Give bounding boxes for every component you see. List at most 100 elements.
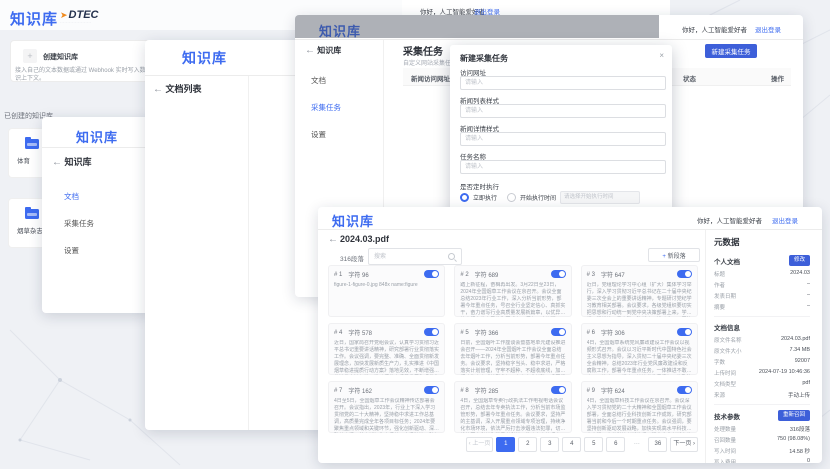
task-name-input[interactable]: [460, 160, 666, 174]
divider: [295, 39, 803, 40]
back-link-doc-list[interactable]: ← 文档列表: [153, 82, 202, 95]
document-title: 2024.03.pdf: [340, 234, 389, 244]
char-count: 字符 306: [601, 328, 625, 337]
prev-page-button[interactable]: ‹ 上一页: [466, 437, 494, 452]
sidebar-item-settings[interactable]: 设置: [311, 129, 326, 140]
radio-run-now-label: 立即执行: [473, 193, 497, 202]
paragraph-toggle[interactable]: [677, 270, 692, 278]
paragraph-toggle[interactable]: [677, 386, 692, 394]
start-time-picker[interactable]: 请选择开始执行时间: [560, 191, 640, 204]
app-logo: 知识库: [42, 127, 152, 146]
paragraph-card[interactable]: # 8字符 285 4日，全国烟草专卖行政执法工作电视电话会议召开，总结去年专卖…: [454, 381, 571, 433]
logout-link[interactable]: 退出登录: [755, 24, 781, 34]
paragraph-index: # 6: [587, 330, 595, 336]
paragraph-card[interactable]: # 3字符 647 近日，党组理论学习中心组（扩大）集体学习举行，深入学习贯彻习…: [581, 265, 698, 317]
folder-icon: [25, 139, 39, 149]
paragraph-index: # 8: [460, 388, 468, 394]
app-logo: 知识库: [182, 48, 227, 68]
sidebar-item-documents[interactable]: 文档: [64, 191, 79, 202]
new-paragraph-button[interactable]: + 新段落: [648, 248, 700, 262]
paragraph-toggle[interactable]: [677, 328, 692, 336]
paragraph-card[interactable]: # 9 字符 624 4日，全国烟草科技工作会议在京召开。会议深入学习贯彻党的二十…: [581, 381, 698, 433]
search-icon: [448, 253, 455, 260]
user-greeting: 你好，人工智能爱好者: [697, 215, 762, 225]
paragraph-grid: # 1字符 96 figure-1-figure-0.jpg 848x name…: [328, 265, 698, 433]
sidebar-item-tasks[interactable]: 采集任务: [311, 102, 341, 113]
char-count: 字符 624: [601, 386, 625, 395]
page-ellipsis[interactable]: ···: [628, 438, 645, 451]
metadata-section-tech: 技术参数 重新召回 处理数量316段落 召回数量750 (98.08%) 写入时…: [714, 404, 810, 463]
paragraph-toggle[interactable]: [551, 328, 566, 336]
paragraph-toggle[interactable]: [551, 386, 566, 394]
recall-button[interactable]: 重新召回: [778, 410, 810, 421]
section-title: 文档信息: [714, 322, 740, 332]
detail-style-input[interactable]: [460, 132, 666, 146]
paragraph-text: figure-1-figure-0.jpg 848x name:figure: [334, 282, 439, 289]
list-style-input[interactable]: [460, 104, 666, 118]
close-icon[interactable]: ×: [659, 51, 664, 60]
logout-link[interactable]: 退出登录: [772, 215, 798, 225]
page-title: 采集任务: [403, 43, 443, 58]
column-actions: 操作: [771, 73, 784, 83]
section-title: 个人文档: [714, 256, 740, 266]
url-input[interactable]: [460, 76, 666, 90]
new-task-button[interactable]: 新建采集任务: [705, 44, 757, 58]
page-button-1[interactable]: 1: [496, 437, 515, 452]
sidebar-item-settings[interactable]: 设置: [64, 245, 79, 256]
sidebar-item-tasks[interactable]: 采集任务: [64, 218, 94, 229]
create-kb-title: 创建知识库: [43, 52, 78, 62]
paragraph-index: # 2: [460, 272, 468, 278]
plus-icon: +: [662, 254, 666, 260]
page-button-36[interactable]: 36: [648, 437, 667, 452]
paragraph-index: # 5: [460, 330, 468, 336]
divider: [42, 147, 152, 148]
paragraph-index: # 9: [587, 388, 595, 394]
page-button-6[interactable]: 6: [606, 437, 625, 452]
radio-run-later[interactable]: [507, 193, 516, 202]
paragraph-card[interactable]: # 5字符 366 日前，全国烟叶工作座谈会暨基地单元建设推进会召开——2024…: [454, 323, 571, 375]
char-count: 字符 162: [348, 386, 372, 395]
modal-title: 新建采集任务: [460, 53, 508, 64]
edit-button[interactable]: 修改: [789, 255, 810, 266]
window-knowledge-base: 知识库 ← 知识库 文档 采集任务 设置: [42, 117, 152, 313]
paragraph-text: 踏上新征程，奋楫再出发。3月22日至23日，2024年全国烟草工作会议在京召开。…: [460, 282, 565, 317]
desktop: 知识库 ➤DTEC ····················· + 创建知识库 …: [0, 0, 830, 469]
jet-icon: ➤: [60, 10, 68, 20]
back-link-kb[interactable]: ← 知识库: [52, 155, 92, 168]
paragraph-index: # 4: [334, 330, 342, 336]
plus-icon: +: [23, 49, 37, 63]
sidebar-item-documents[interactable]: 文档: [311, 75, 326, 86]
page-button-3[interactable]: 3: [540, 437, 559, 452]
folder-icon: [25, 209, 39, 219]
paragraph-card[interactable]: # 6 字符 306 4日，全国烟草系统党风廉政建设工作会议以视频形式召开。会议以…: [581, 323, 698, 375]
paragraph-toggle[interactable]: [424, 328, 439, 336]
paragraph-card[interactable]: # 7字符 162 4日至5日，全国烟草工作会议精神传达部署会召开。会议指出，2…: [328, 381, 445, 433]
modal-overlay: [295, 15, 659, 38]
paragraph-text: 4日，全国烟草系统党风廉政建设工作会议以视频形式召开。会议以习近平新时代中国特色…: [587, 340, 692, 375]
radio-run-now[interactable]: [460, 193, 469, 202]
next-page-button[interactable]: 下一页 ›: [670, 437, 698, 452]
paragraph-card[interactable]: # 2 字符 689 踏上新征程，奋楫再出发。3月22日至23日，2024年全国烟…: [454, 265, 571, 317]
back-link-kb[interactable]: ← 知识库: [305, 45, 341, 56]
paragraph-index: # 1: [334, 272, 342, 278]
metadata-panel: 元数据 个人文档 修改 标题2024.03 作者– 发表日期– 摘要– 文档信息…: [706, 230, 818, 463]
page-button-5[interactable]: 5: [584, 437, 603, 452]
paragraph-index: # 3: [587, 272, 595, 278]
page-button-2[interactable]: 2: [518, 437, 537, 452]
paragraph-card[interactable]: # 1字符 96 figure-1-figure-0.jpg 848x name…: [328, 265, 445, 317]
char-count: 字符 647: [601, 270, 625, 279]
user-greeting: 你好，人工智能爱好者: [682, 24, 747, 34]
paragraph-text: 4日，全国烟草科技工作会议在京召开。会议深入学习贯彻党的二十大精神和全国烟草工作…: [587, 398, 692, 433]
paragraph-card[interactable]: # 4字符 578 近日，国家局召开党组会议，认真学习贯彻习近平总书记重要讲话精…: [328, 323, 445, 375]
paragraph-toggle[interactable]: [424, 270, 439, 278]
back-arrow-icon[interactable]: ←: [328, 234, 338, 245]
page-button-4[interactable]: 4: [562, 437, 581, 452]
char-count: 字符 689: [475, 270, 499, 279]
app-logo: 知识库: [332, 211, 374, 230]
column-url: 新闻访问网址: [411, 73, 450, 83]
paragraph-toggle[interactable]: [424, 386, 439, 394]
char-count: 字符 366: [475, 328, 499, 337]
window-document: 知识库 你好，人工智能爱好者 退出登录 ← 2024.03.pdf 316段落 …: [318, 207, 822, 463]
back-arrow-icon: ←: [52, 157, 62, 168]
paragraph-toggle[interactable]: [551, 270, 566, 278]
